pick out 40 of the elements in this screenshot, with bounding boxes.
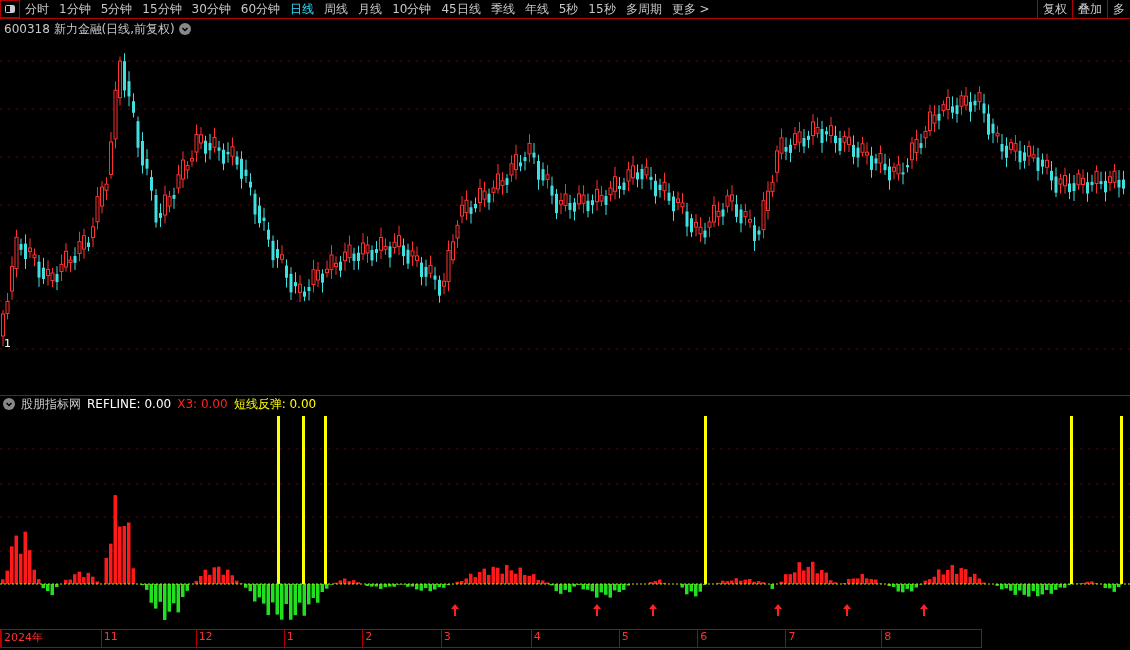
dropdown-icon[interactable]	[3, 398, 15, 410]
date-label: 6	[697, 630, 786, 647]
period-tab[interactable]: 季线	[485, 0, 520, 18]
period-tab[interactable]: 月线	[353, 0, 388, 18]
panel-toggle-icon[interactable]	[0, 0, 20, 18]
date-label: 2	[362, 630, 441, 647]
dropdown-icon[interactable]	[178, 23, 191, 35]
toolbar-button[interactable]: 叠加	[1072, 0, 1107, 18]
indicator-value: X3: 0.00	[177, 397, 228, 411]
date-label: 5	[618, 630, 698, 647]
indicator-name: 股朋指标网	[21, 395, 81, 413]
date-label: 3	[440, 630, 531, 647]
price-marker: 1	[4, 337, 11, 350]
date-label: 12	[195, 630, 284, 647]
period-tab[interactable]: 15分钟	[137, 0, 187, 18]
period-tab[interactable]: 年线	[519, 0, 554, 18]
period-tab[interactable]: 15秒	[583, 0, 621, 18]
more-button[interactable]: 更多 >	[666, 0, 715, 18]
period-tab[interactable]: 分时	[20, 0, 54, 18]
date-label: 7	[785, 630, 882, 647]
period-tab[interactable]: 5分钟	[95, 0, 138, 18]
date-label: 8	[881, 630, 981, 647]
period-tab[interactable]: 日线	[285, 0, 320, 18]
period-tab[interactable]: 5秒	[553, 0, 584, 18]
period-tab[interactable]: 多周期	[620, 0, 667, 18]
period-tab[interactable]: 60分钟	[235, 0, 286, 18]
date-label: 11	[100, 630, 196, 647]
chart-title: 600318 新力金融(日线,前复权)	[4, 20, 175, 38]
period-tab[interactable]: 10分钟	[387, 0, 437, 18]
period-tab[interactable]: 30分钟	[186, 0, 236, 18]
date-label: 4	[530, 630, 619, 647]
toolbar-button[interactable]: 复权	[1037, 0, 1072, 18]
indicator-value: 短线反弹: 0.00	[233, 395, 317, 413]
indicator-value: REFLINE: 0.00	[87, 397, 172, 411]
toolbar-button[interactable]: 多	[1107, 0, 1130, 18]
period-tab[interactable]: 周线	[319, 0, 354, 18]
period-tab[interactable]: 1分钟	[54, 0, 96, 18]
date-label: 1	[283, 630, 363, 647]
date-label: 2024年	[1, 630, 101, 647]
period-tab[interactable]: 45日线	[436, 0, 486, 18]
